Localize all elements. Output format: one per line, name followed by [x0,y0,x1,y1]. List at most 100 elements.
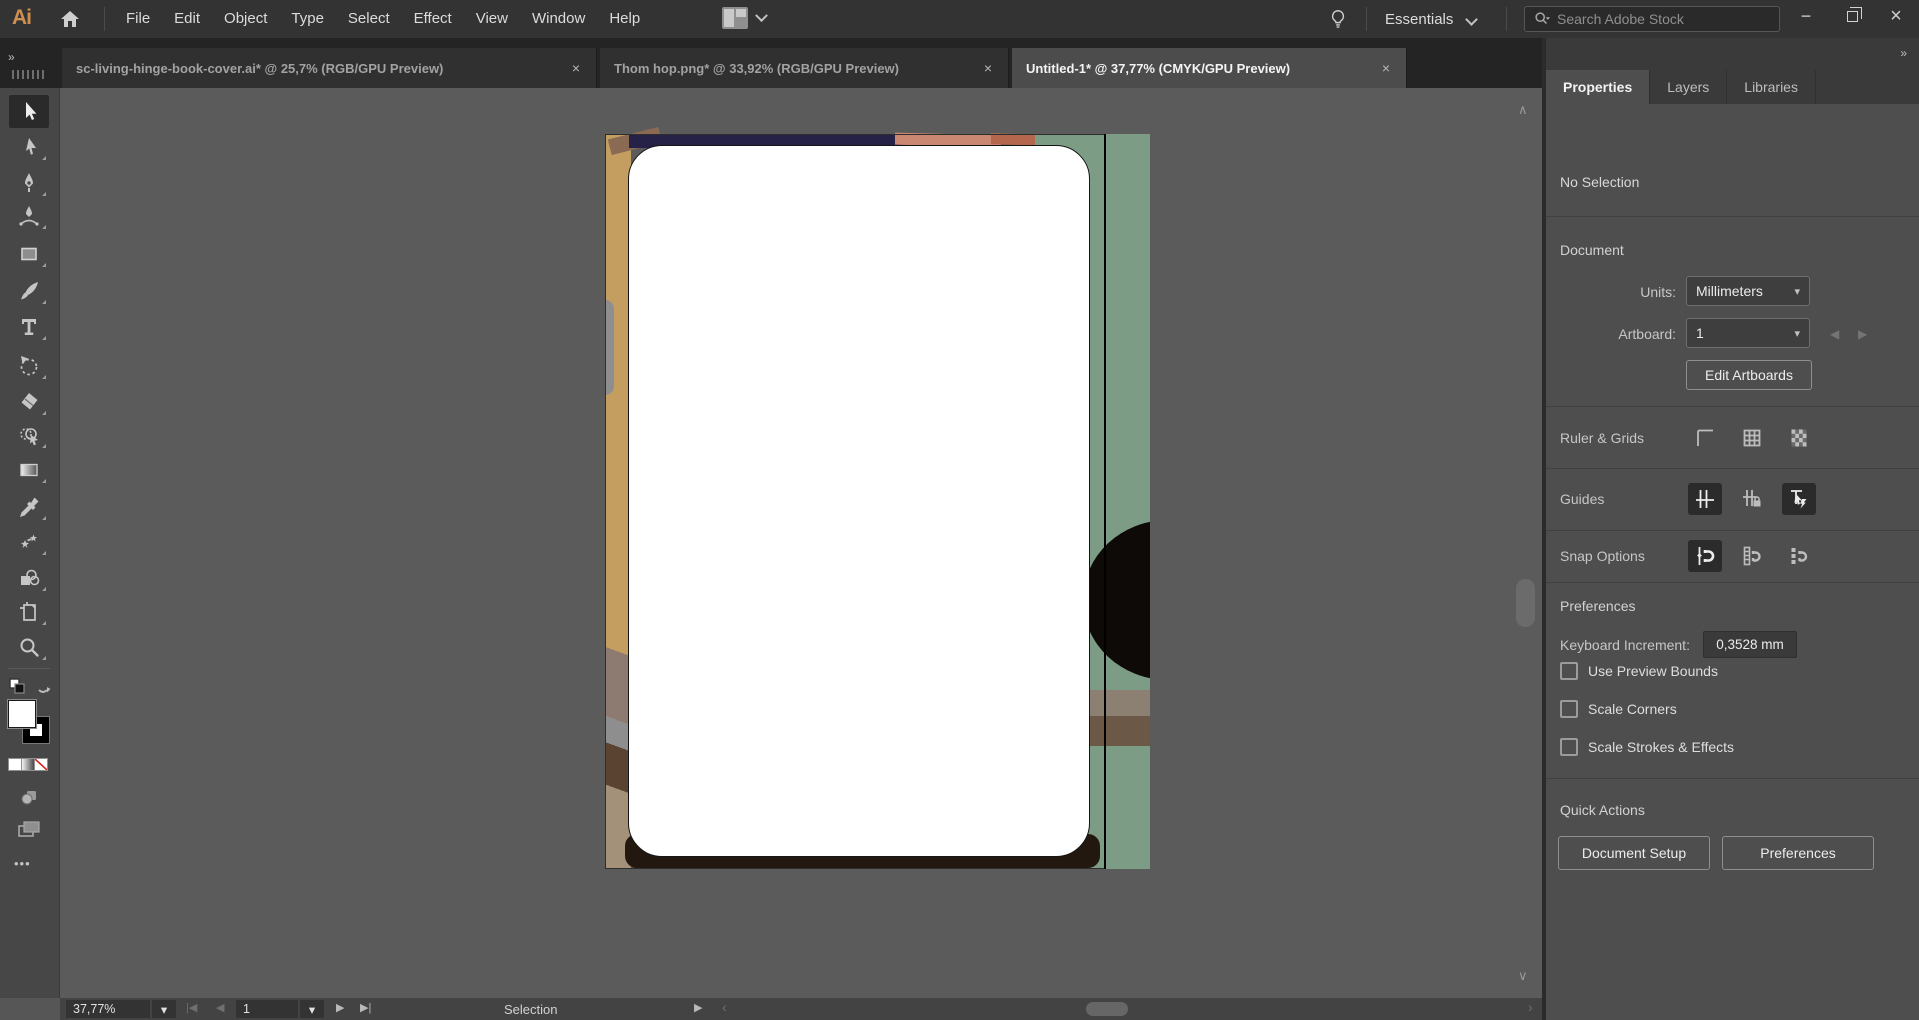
home-icon[interactable] [57,7,87,31]
units-dropdown[interactable]: Millimeters ▾ [1686,276,1810,306]
shape-builder-tool[interactable] [9,418,49,451]
status-expand-icon[interactable]: ▶ [694,1001,702,1014]
close-icon[interactable]: × [570,60,582,76]
menu-help[interactable]: Help [597,0,652,38]
adobe-stock-search[interactable] [1524,6,1780,32]
zoom-dropdown-button[interactable]: ▾ [152,1000,176,1018]
eraser-tool[interactable] [9,385,49,418]
snap-to-point-icon[interactable] [1688,540,1722,572]
puppet-warp-tool[interactable] [9,525,49,558]
panel-tabs: Properties Layers Libraries [1546,70,1816,104]
document-tab-1[interactable]: sc-living-hinge-book-cover.ai* @ 25,7% (… [62,48,597,88]
canvas[interactable]: ∧ ∨ [60,88,1542,998]
lock-guides-icon[interactable] [1735,483,1769,515]
scroll-down-icon[interactable]: ∨ [1518,968,1528,984]
zoom-tool[interactable] [9,630,49,663]
artboard-value: 1 [1696,325,1704,341]
tab-libraries[interactable]: Libraries [1727,70,1816,104]
workspace-switcher[interactable]: Essentials [1385,0,1479,38]
tab-label: Untitled-1* @ 37,77% (CMYK/GPU Preview) [1026,60,1291,76]
scale-strokes-effects-checkbox[interactable] [1560,738,1578,756]
arrange-documents-button[interactable] [722,7,768,29]
gradient-swatch-button[interactable] [21,758,35,771]
artboard-number-field[interactable]: 1 [236,1000,298,1018]
restore-button[interactable] [1832,0,1872,32]
tab-properties[interactable]: Properties [1546,70,1651,104]
rotate-tool[interactable] [9,349,49,382]
artboard-tool[interactable] [9,595,49,628]
zoom-level-field[interactable]: 37,77% [66,1000,150,1018]
menu-view[interactable]: View [464,0,520,38]
default-fill-stroke[interactable] [6,676,54,698]
use-preview-bounds-checkbox[interactable] [1560,662,1578,680]
horizontal-scrollbar-thumb[interactable] [1086,1002,1128,1016]
menu-file[interactable]: File [114,0,162,38]
eyedropper-tool[interactable] [9,490,49,523]
artboard-dropdown[interactable]: 1 ▾ [1686,318,1810,348]
snap-to-grid-icon[interactable] [1735,540,1769,572]
panel-divider[interactable] [1542,38,1546,1020]
transparency-grid-icon[interactable] [1782,422,1816,454]
color-swatch-button[interactable] [8,758,22,771]
first-artboard-icon[interactable]: |◀ [186,1001,197,1014]
divider [1546,216,1919,217]
tab-layers[interactable]: Layers [1650,70,1728,104]
close-icon[interactable]: × [982,60,994,76]
direct-selection-tool[interactable] [9,130,49,163]
vertical-scrollbar-thumb[interactable] [1516,579,1535,627]
menu-select[interactable]: Select [336,0,402,38]
tools-panel: ••• [0,88,60,998]
screen-mode-button[interactable] [12,818,46,840]
keyboard-increment-input[interactable] [1703,631,1797,658]
scale-corners-checkbox[interactable] [1560,700,1578,718]
gradient-tool[interactable] [9,453,49,486]
drawing-modes-button[interactable] [12,786,46,808]
rectangle-tool[interactable] [9,237,49,270]
panel-collapse-icon[interactable]: » [1900,46,1907,60]
scroll-left-icon[interactable]: ‹ [722,999,727,1015]
edit-toolbar-button[interactable]: ••• [14,856,31,871]
menu-object[interactable]: Object [212,0,279,38]
show-guides-icon[interactable] [1688,483,1722,515]
curvature-tool[interactable] [9,199,49,232]
fill-swatch[interactable] [7,699,37,729]
fill-stroke-swatches [7,699,52,748]
last-artboard-icon[interactable]: ▶| [360,1001,371,1014]
document-tab-3-active[interactable]: Untitled-1* @ 37,77% (CMYK/GPU Preview) … [1012,48,1407,88]
toolbar-expand-icon[interactable]: » [8,50,15,64]
chevron-down-icon [1465,12,1479,26]
minimize-button[interactable]: − [1786,0,1826,32]
show-rulers-icon[interactable] [1688,422,1722,454]
edit-artboards-button[interactable]: Edit Artboards [1686,360,1812,390]
divider [1546,468,1919,469]
next-artboard-icon[interactable]: ▶ [1858,327,1867,341]
snap-to-pixel-icon[interactable] [1782,540,1816,572]
next-artboard-icon[interactable]: ▶ [336,1001,344,1014]
paintbrush-tool[interactable] [9,274,49,307]
smart-guides-icon[interactable] [1782,483,1816,515]
show-grid-icon[interactable] [1735,422,1769,454]
pen-tool[interactable] [9,166,49,199]
search-input[interactable] [1557,11,1747,27]
scroll-up-icon[interactable]: ∧ [1518,102,1528,118]
document-setup-button[interactable]: Document Setup [1558,836,1710,870]
artboard[interactable] [605,126,1150,869]
previous-artboard-icon[interactable]: ◀ [1830,327,1839,341]
type-tool[interactable] [9,310,49,343]
selection-tool[interactable] [9,95,49,128]
blend-tool[interactable] [9,561,49,594]
none-swatch-button[interactable] [34,758,48,771]
discover-lightbulb-icon[interactable] [1327,6,1349,37]
menu-effect[interactable]: Effect [402,0,464,38]
close-window-button[interactable]: × [1876,0,1916,32]
menu-type[interactable]: Type [279,0,336,38]
preferences-button[interactable]: Preferences [1722,836,1874,870]
previous-artboard-icon[interactable]: ◀ [216,1001,224,1014]
document-tab-2[interactable]: Thom hop.png* @ 33,92% (RGB/GPU Preview)… [600,48,1009,88]
menu-window[interactable]: Window [520,0,597,38]
menu-edit[interactable]: Edit [162,0,212,38]
close-icon[interactable]: × [1380,60,1392,76]
scroll-right-icon[interactable]: › [1528,999,1533,1015]
artboard-dropdown-button[interactable]: ▾ [300,1000,324,1018]
toolbar-grip [12,70,44,79]
